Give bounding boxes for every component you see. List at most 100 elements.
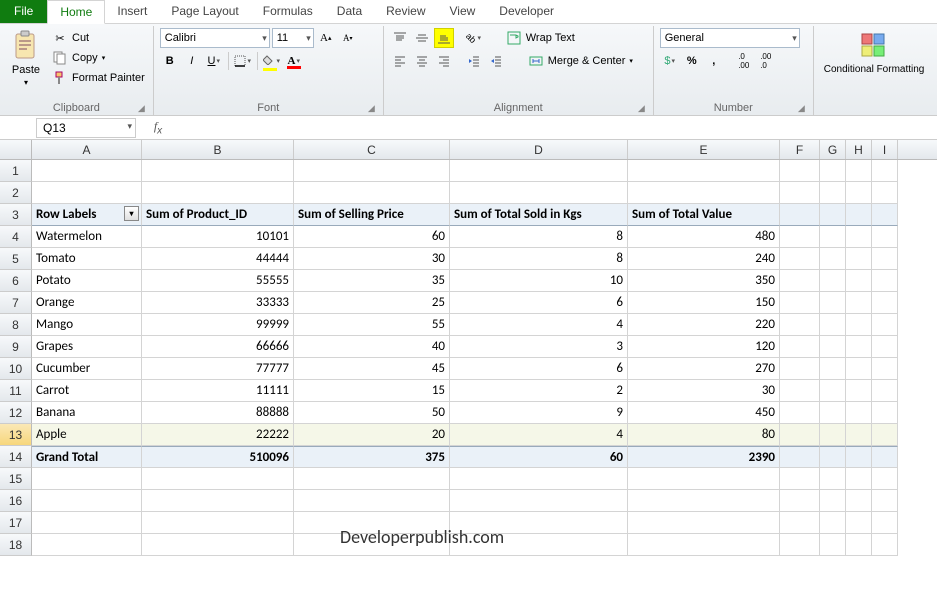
cell-F10[interactable] xyxy=(780,358,820,380)
col-header-D[interactable]: D xyxy=(450,140,628,159)
cell-D2[interactable] xyxy=(450,182,628,204)
cell-H2[interactable] xyxy=(846,182,872,204)
cell-C13[interactable]: 20 xyxy=(294,424,450,446)
cell-E15[interactable] xyxy=(628,468,780,490)
col-header-C[interactable]: C xyxy=(294,140,450,159)
cell-E9[interactable]: 120 xyxy=(628,336,780,358)
font-size-combo[interactable]: 11 xyxy=(272,28,314,48)
cell-B2[interactable] xyxy=(142,182,294,204)
cell-F12[interactable] xyxy=(780,402,820,424)
cell-I7[interactable] xyxy=(872,292,898,314)
cell-H8[interactable] xyxy=(846,314,872,336)
cell-D6[interactable]: 10 xyxy=(450,270,628,292)
cell-C5[interactable]: 30 xyxy=(294,248,450,270)
comma-button[interactable]: , xyxy=(704,51,724,71)
select-all-corner[interactable] xyxy=(0,140,32,159)
tab-review[interactable]: Review xyxy=(374,0,437,23)
row-header-11[interactable]: 11 xyxy=(0,380,32,402)
cell-A10[interactable]: Cucumber xyxy=(32,358,142,380)
increase-indent-button[interactable] xyxy=(486,51,506,71)
cell-B3[interactable]: Sum of Product_ID xyxy=(142,204,294,226)
cell-H3[interactable] xyxy=(846,204,872,226)
font-color-button[interactable]: A xyxy=(284,51,304,71)
cell-I17[interactable] xyxy=(872,512,898,534)
cell-D13[interactable]: 4 xyxy=(450,424,628,446)
conditional-formatting-button[interactable]: Conditional Formatting xyxy=(820,28,929,77)
orientation-button[interactable]: ab xyxy=(464,28,484,48)
number-format-combo[interactable]: General xyxy=(660,28,800,48)
cell-F18[interactable] xyxy=(780,534,820,556)
cell-G8[interactable] xyxy=(820,314,846,336)
row-header-3[interactable]: 3 xyxy=(0,204,32,226)
cell-H16[interactable] xyxy=(846,490,872,512)
cut-button[interactable]: ✂ Cut xyxy=(50,28,147,48)
tab-insert[interactable]: Insert xyxy=(105,0,159,23)
cell-D3[interactable]: Sum of Total Sold in Kgs xyxy=(450,204,628,226)
cell-B9[interactable]: 66666 xyxy=(142,336,294,358)
cell-C2[interactable] xyxy=(294,182,450,204)
cell-C7[interactable]: 25 xyxy=(294,292,450,314)
cell-E8[interactable]: 220 xyxy=(628,314,780,336)
cell-G10[interactable] xyxy=(820,358,846,380)
col-header-E[interactable]: E xyxy=(628,140,780,159)
row-header-6[interactable]: 6 xyxy=(0,270,32,292)
cell-G4[interactable] xyxy=(820,226,846,248)
name-box[interactable]: Q13 xyxy=(36,118,136,138)
format-painter-button[interactable]: Format Painter xyxy=(50,68,147,88)
cell-E10[interactable]: 270 xyxy=(628,358,780,380)
cell-A8[interactable]: Mango xyxy=(32,314,142,336)
cell-I9[interactable] xyxy=(872,336,898,358)
cell-A16[interactable] xyxy=(32,490,142,512)
cell-C10[interactable]: 45 xyxy=(294,358,450,380)
cell-G5[interactable] xyxy=(820,248,846,270)
cell-C14[interactable]: 375 xyxy=(294,446,450,468)
decrease-decimal-button[interactable]: .00.0 xyxy=(756,51,776,71)
row-header-10[interactable]: 10 xyxy=(0,358,32,380)
cell-A2[interactable] xyxy=(32,182,142,204)
cell-H6[interactable] xyxy=(846,270,872,292)
percent-button[interactable]: % xyxy=(682,51,702,71)
formula-input[interactable] xyxy=(172,119,937,137)
clipboard-launcher-icon[interactable]: ◢ xyxy=(138,103,145,114)
paste-button[interactable]: Paste▾ xyxy=(6,28,46,90)
cell-A7[interactable]: Orange xyxy=(32,292,142,314)
cell-G12[interactable] xyxy=(820,402,846,424)
cell-G14[interactable] xyxy=(820,446,846,468)
filter-dropdown-icon[interactable]: ▾ xyxy=(124,206,139,221)
cell-E17[interactable] xyxy=(628,512,780,534)
cell-E3[interactable]: Sum of Total Value xyxy=(628,204,780,226)
decrease-indent-button[interactable] xyxy=(464,51,484,71)
col-header-F[interactable]: F xyxy=(780,140,820,159)
cell-F5[interactable] xyxy=(780,248,820,270)
cell-B11[interactable]: 11111 xyxy=(142,380,294,402)
tab-file[interactable]: File xyxy=(0,0,47,23)
cell-D5[interactable]: 8 xyxy=(450,248,628,270)
cell-C6[interactable]: 35 xyxy=(294,270,450,292)
bold-button[interactable]: B xyxy=(160,51,180,71)
cell-B10[interactable]: 77777 xyxy=(142,358,294,380)
cell-C16[interactable] xyxy=(294,490,450,512)
cell-I12[interactable] xyxy=(872,402,898,424)
cell-D14[interactable]: 60 xyxy=(450,446,628,468)
cell-B16[interactable] xyxy=(142,490,294,512)
cell-A17[interactable] xyxy=(32,512,142,534)
tab-data[interactable]: Data xyxy=(325,0,374,23)
col-header-A[interactable]: A xyxy=(32,140,142,159)
cell-G11[interactable] xyxy=(820,380,846,402)
cell-C11[interactable]: 15 xyxy=(294,380,450,402)
align-center-button[interactable] xyxy=(412,51,432,71)
cell-B5[interactable]: 44444 xyxy=(142,248,294,270)
cell-I18[interactable] xyxy=(872,534,898,556)
row-header-1[interactable]: 1 xyxy=(0,160,32,182)
cell-G7[interactable] xyxy=(820,292,846,314)
cell-F9[interactable] xyxy=(780,336,820,358)
row-header-8[interactable]: 8 xyxy=(0,314,32,336)
cell-H18[interactable] xyxy=(846,534,872,556)
row-header-14[interactable]: 14 xyxy=(0,446,32,468)
cell-A12[interactable]: Banana xyxy=(32,402,142,424)
increase-font-button[interactable]: A▴ xyxy=(316,28,336,48)
cell-E14[interactable]: 2390 xyxy=(628,446,780,468)
alignment-launcher-icon[interactable]: ◢ xyxy=(638,103,645,114)
row-header-9[interactable]: 9 xyxy=(0,336,32,358)
cell-D12[interactable]: 9 xyxy=(450,402,628,424)
